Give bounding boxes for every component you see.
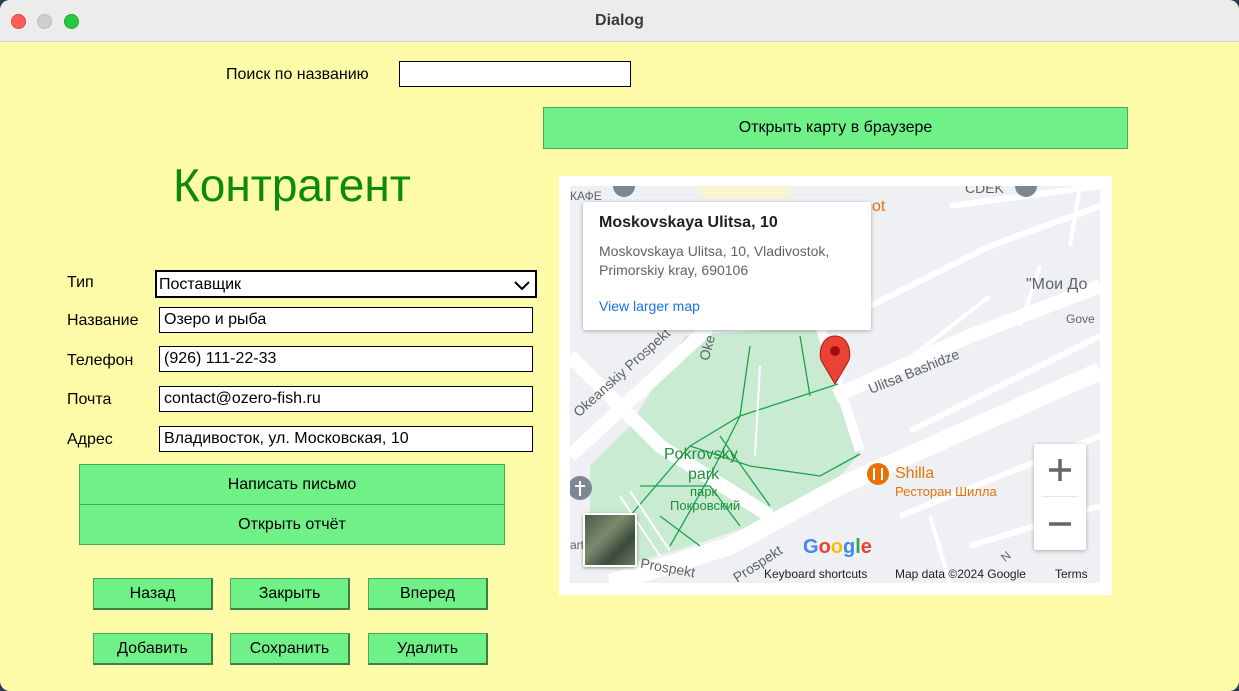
google-logo: Google: [803, 536, 872, 558]
map-footer: Keyboard shortcuts Map data ©2024 Google…: [760, 566, 1100, 583]
type-select-value: Поставщик: [159, 276, 242, 293]
map-zoom-control: [1034, 444, 1086, 550]
forward-button[interactable]: Вперед: [368, 578, 488, 610]
name-field[interactable]: Озеро и рыба: [159, 307, 533, 333]
zoom-divider: [1042, 496, 1078, 497]
phone-field[interactable]: (926) 111-22-33: [159, 346, 533, 372]
keyboard-shortcuts-link[interactable]: Keyboard shortcuts: [764, 567, 867, 581]
map-label-park-ru-1: парк: [690, 484, 718, 499]
map-label-moi-do: "Мои До: [1026, 276, 1088, 293]
back-button[interactable]: Назад: [93, 578, 213, 610]
type-label: Тип: [67, 274, 94, 291]
map-label-park-ru-2: Покровский: [670, 498, 741, 513]
type-select[interactable]: Поставщик: [155, 270, 537, 298]
address-field[interactable]: Владивосток, ул. Московская, 10: [159, 426, 533, 452]
view-larger-map-link[interactable]: View larger map: [599, 298, 855, 314]
close-button[interactable]: Закрыть: [230, 578, 350, 610]
dialog-window: Dialog Поиск по названию Открыть карту в…: [0, 0, 1239, 691]
search-label: Поиск по названию: [226, 66, 369, 83]
map-label-ot: ot: [872, 198, 886, 215]
page-title: Контрагент: [173, 159, 411, 211]
satellite-view-thumbnail[interactable]: [583, 513, 637, 567]
plus-icon: [1049, 459, 1071, 481]
map-data-attribution: Map data ©2024 Google: [895, 567, 1026, 581]
map-info-address: Moskovskaya Ulitsa, 10, Vladivostok, Pri…: [599, 243, 830, 278]
map-info-title: Moskovskaya Ulitsa, 10: [599, 214, 778, 231]
map-label-shilla: Shilla: [895, 465, 935, 482]
save-button[interactable]: Сохранить: [230, 633, 350, 665]
address-label: Адрес: [67, 431, 113, 448]
chevron-down-icon: [514, 281, 530, 291]
map-label-gove: Gove: [1066, 312, 1095, 326]
email-label: Почта: [67, 391, 112, 408]
map-info-window: Moskovskaya Ulitsa, 10 Moskovskaya Ulits…: [583, 202, 871, 330]
search-input[interactable]: [399, 61, 631, 87]
map-label-art: art: [570, 538, 585, 552]
name-label: Название: [67, 312, 139, 329]
embedded-map[interactable]: Okeanskiy Prospekt Oke Ulitsa Bashidze P…: [570, 186, 1100, 583]
map-label-park-en-1: Pokrovsky: [664, 446, 738, 463]
open-map-in-browser-button[interactable]: Открыть карту в браузере: [543, 107, 1128, 149]
zoom-in-button[interactable]: [1034, 444, 1086, 496]
delete-button[interactable]: Удалить: [368, 633, 488, 665]
map-label-park-en-2: park: [688, 466, 720, 483]
map-label-shilla-ru: Ресторан Шилла: [895, 484, 997, 499]
phone-label: Телефон: [67, 352, 134, 369]
email-field[interactable]: contact@ozero-fish.ru: [159, 386, 533, 412]
open-report-button[interactable]: Открыть отчёт: [79, 504, 505, 545]
map-label-kafe: КАФЕ: [570, 189, 602, 203]
map-label-cdek: CDEK: [965, 186, 1004, 196]
write-letter-button[interactable]: Написать письмо: [79, 464, 505, 505]
minus-icon: [1049, 522, 1071, 526]
title-bar: Dialog: [0, 0, 1239, 42]
terms-link[interactable]: Terms: [1055, 567, 1088, 581]
zoom-out-button[interactable]: [1034, 498, 1086, 550]
window-title: Dialog: [595, 12, 644, 29]
add-button[interactable]: Добавить: [93, 633, 213, 665]
